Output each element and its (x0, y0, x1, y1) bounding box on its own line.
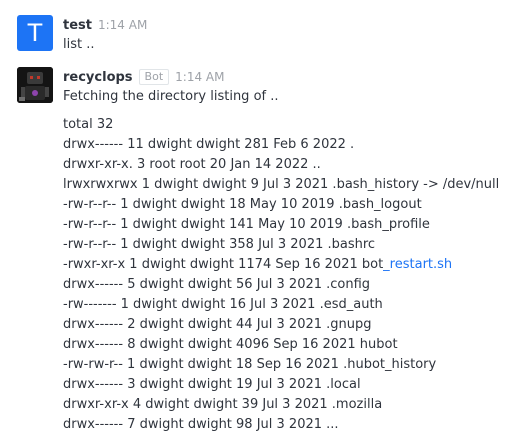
robot-avatar-icon (17, 67, 53, 103)
timestamp: 1:14 AM (97, 18, 148, 32)
listing-line: -rw-rw-r-- 1 dwight dwight 18 Sep 16 202… (63, 357, 437, 372)
listing-line: -rw-r--r-- 1 dwight dwight 141 May 10 20… (63, 217, 430, 232)
message-text: Fetching the directory listing of .. (63, 89, 279, 104)
listing-line: drwx------ 7 dwight dwight 98 Jul 3 2021… (63, 417, 339, 432)
listing-line: drwx------ 8 dwight dwight 4096 Sep 16 2… (63, 337, 398, 352)
listing-line: drwx------ 11 dwight dwight 281 Feb 6 20… (63, 137, 355, 152)
directory-listing: total 32 drwx------ 11 dwight dwight 281… (63, 115, 499, 435)
filename-link[interactable]: _restart.sh (383, 257, 452, 272)
avatar[interactable] (17, 67, 53, 103)
username[interactable]: test (63, 18, 92, 33)
message-header: test 1:14 AM (63, 17, 147, 34)
message-header: recyclops Bot 1:14 AM (63, 69, 224, 86)
listing-line: drwxr-xr-x 4 dwight dwight 39 Jul 3 2021… (63, 397, 383, 412)
username[interactable]: recyclops (63, 70, 133, 85)
bot-badge: Bot (138, 69, 170, 85)
listing-line: -rwxr-xr-x 1 dwight dwight 1174 Sep 16 2… (63, 257, 453, 272)
listing-line: drwx------ 5 dwight dwight 56 Jul 3 2021… (63, 277, 371, 292)
listing-line: drwx------ 3 dwight dwight 19 Jul 3 2021… (63, 377, 361, 392)
listing-line: -rw-r--r-- 1 dwight dwight 18 May 10 201… (63, 197, 422, 212)
listing-line: total 32 (63, 117, 114, 132)
timestamp: 1:14 AM (175, 70, 225, 84)
listing-line: drwxr-xr-x. 3 root root 20 Jan 14 2022 .… (63, 157, 321, 172)
listing-line: lrwxrwxrwx 1 dwight dwight 9 Jul 3 2021 … (63, 177, 500, 192)
message-text: list .. (63, 37, 95, 52)
listing-line: drwx------ 2 dwight dwight 44 Jul 3 2021… (63, 317, 372, 332)
listing-line: -rw------- 1 dwight dwight 16 Jul 3 2021… (63, 297, 383, 312)
listing-line: -rw-r--r-- 1 dwight dwight 358 Jul 3 202… (63, 237, 376, 252)
avatar[interactable]: T (17, 15, 53, 51)
